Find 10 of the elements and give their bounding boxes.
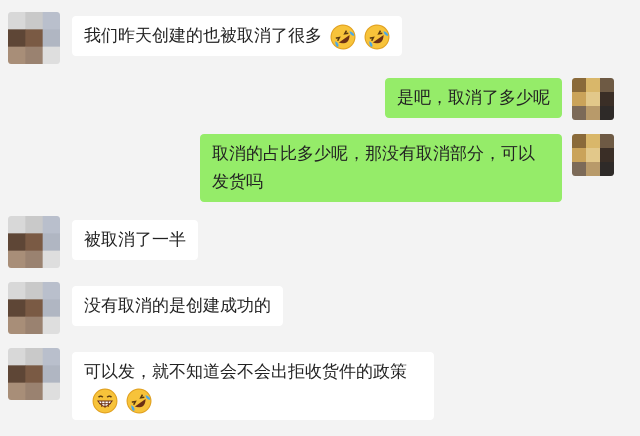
laughing-tears-emoji-icon: [330, 24, 356, 50]
message-text: 没有取消的是创建成功的: [84, 296, 271, 315]
message-text: 我们昨天创建的也被取消了很多: [84, 26, 322, 45]
message-text: 被取消了一半: [84, 230, 186, 249]
laughing-tears-emoji-icon: [364, 24, 390, 50]
message-text: 取消的占比多少呢，那没有取消部分，可以发货吗: [212, 144, 535, 191]
message-text: 是吧，取消了多少呢: [397, 88, 550, 107]
message-text: 可以发，就不知道会不会出拒收货件的政策: [84, 362, 407, 381]
grinning-emoji-icon: [92, 388, 118, 414]
laughing-tears-emoji-icon: [126, 388, 152, 414]
